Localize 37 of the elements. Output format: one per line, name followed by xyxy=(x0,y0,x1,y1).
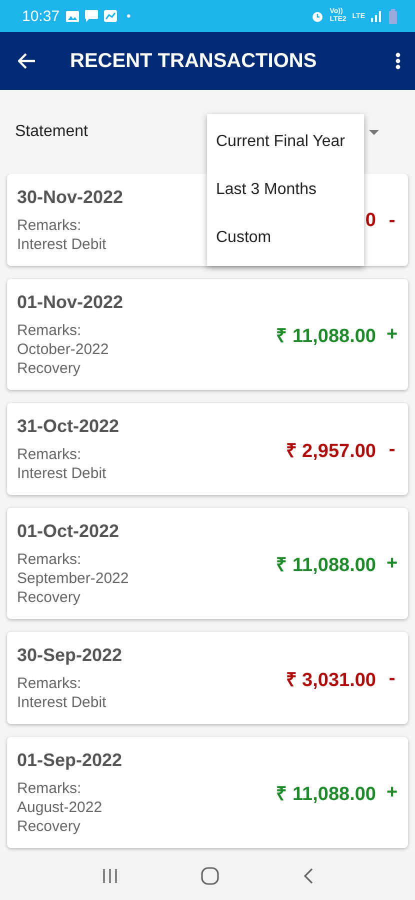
remarks-label: Remarks: xyxy=(17,216,82,235)
transaction-sign: - xyxy=(388,668,396,690)
screen-title: RECENT TRANSACTIONS xyxy=(70,50,318,72)
notification-dot: • xyxy=(126,9,131,23)
remarks-text: Interest Debit xyxy=(17,464,106,483)
transaction-date: 01-Sep-2022 xyxy=(17,750,122,771)
transaction-date: 31-Oct-2022 xyxy=(17,416,120,437)
transaction-sign: + xyxy=(386,782,398,804)
remarks-label: Remarks: xyxy=(17,779,82,798)
remarks-label: Remarks: xyxy=(17,674,82,693)
transaction-amount: ₹ 11,088.00 xyxy=(276,554,376,577)
transaction-sign: + xyxy=(386,324,398,346)
transaction-sign: - xyxy=(388,210,396,232)
transaction-amount: ₹ 11,088.00 xyxy=(276,783,376,806)
transaction-amount: ₹ 11,088.00 xyxy=(276,325,376,348)
remarks-text: Recovery xyxy=(17,588,80,607)
remarks-text: Interest Debit xyxy=(17,693,106,712)
remarks-text: September-2022 xyxy=(17,569,129,588)
remarks-text: Recovery xyxy=(17,359,80,378)
transaction-date: 30-Nov-2022 xyxy=(17,187,124,208)
transaction-amount: ₹ 3,031.00 xyxy=(286,668,376,692)
remarks-text: August-2022 xyxy=(17,798,102,817)
remarks-label: Remarks: xyxy=(17,321,82,340)
transaction-amount: 0 xyxy=(365,210,376,232)
transaction-sign: - xyxy=(388,438,396,460)
remarks-text: October-2022 xyxy=(17,340,109,359)
transaction-date: 01-Oct-2022 xyxy=(17,521,120,542)
remarks-label: Remarks: xyxy=(17,550,82,569)
statement-label: Statement xyxy=(15,123,88,141)
remarks-text: Recovery xyxy=(17,817,80,836)
transaction-sign: + xyxy=(386,553,398,575)
remarks-label: Remarks: xyxy=(17,445,82,464)
remarks-text: Interest Debit xyxy=(17,235,106,254)
transaction-amount: ₹ 2,957.00 xyxy=(286,440,376,462)
transaction-date: 01-Nov-2022 xyxy=(17,292,124,313)
status-time: 10:37 xyxy=(22,8,60,24)
transaction-date: 30-Sep-2022 xyxy=(17,645,122,666)
